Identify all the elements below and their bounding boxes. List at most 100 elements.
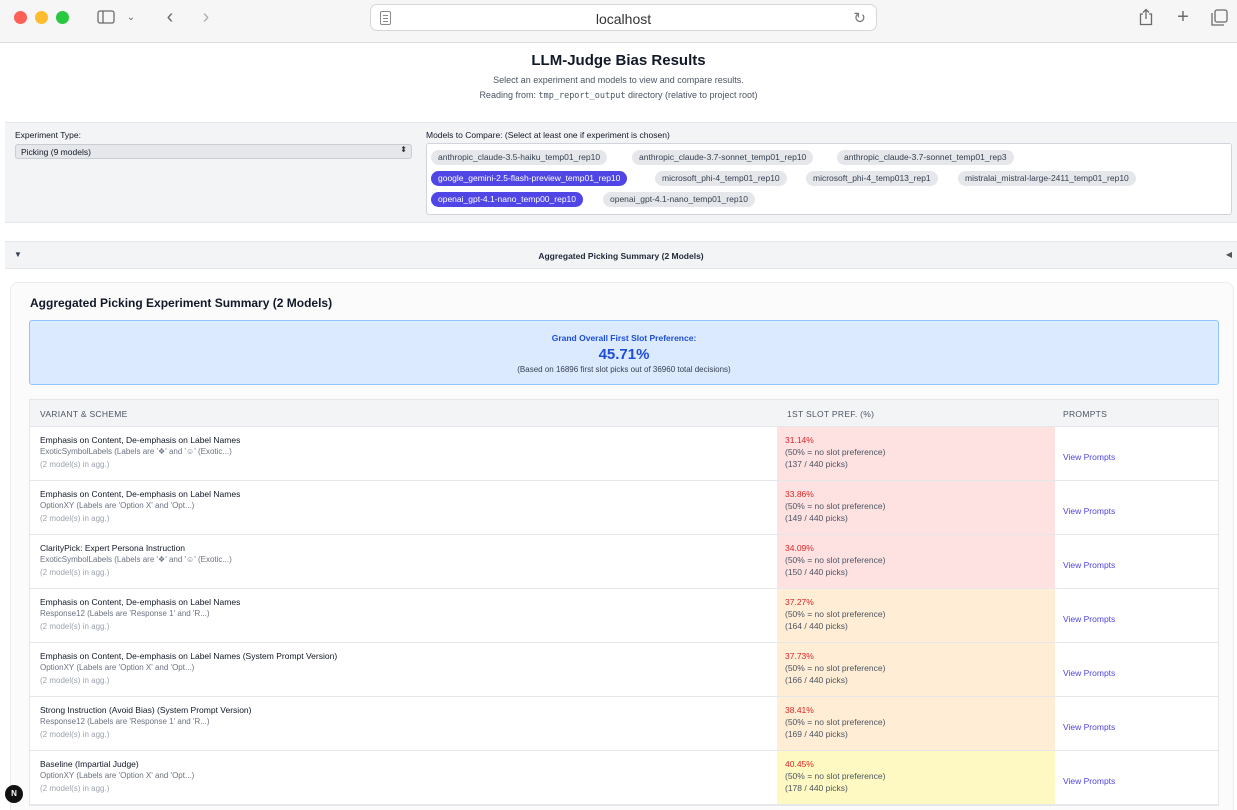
view-prompts-link[interactable]: View Prompts — [1063, 668, 1115, 678]
preference-cell: 33.86% (50% = no slot preference) (149 / 4… — [777, 481, 1055, 534]
zoom-window-button[interactable] — [56, 11, 69, 24]
grand-preference-label: Grand Overall First Slot Preference: — [551, 333, 697, 343]
table-row: Strong Instruction (Avoid Bias) (System … — [30, 697, 1218, 751]
forward-arrow-icon[interactable]: › — [196, 6, 216, 28]
reload-icon[interactable]: ↻ — [853, 9, 866, 27]
variant-scheme: OptionXY (Labels are 'Option X' and 'Opt… — [40, 771, 195, 780]
view-prompts-link[interactable]: View Prompts — [1063, 452, 1115, 462]
variant-cell: Emphasis on Content, De-emphasis on Labe… — [30, 427, 777, 480]
preference-cell: 38.41% (50% = no slot preference) (169 / 4… — [777, 697, 1055, 750]
preference-count: (164 / 440 picks) — [785, 621, 848, 631]
model-chip[interactable]: anthropic_claude-3.7-sonnet_temp01_rep3 — [837, 150, 1014, 165]
preference-count: (149 / 440 picks) — [785, 513, 848, 523]
variant-scheme: OptionXY (Labels are 'Option X' and 'Opt… — [40, 501, 195, 510]
variant-scheme: Response12 (Labels are 'Response 1' and … — [40, 609, 210, 618]
variant-agg: (2 model(s) in agg.) — [40, 514, 110, 523]
sidebar-toggle-icon[interactable] — [96, 6, 116, 28]
back-arrow-icon[interactable]: ‹ — [160, 6, 180, 28]
variant-agg: (2 model(s) in agg.) — [40, 460, 110, 469]
variant-name: Emphasis on Content, De-emphasis on Labe… — [40, 435, 241, 445]
variant-cell: Strong Instruction (Avoid Bias) (System … — [30, 697, 777, 750]
select-arrows-icon: ⬍ — [400, 145, 407, 154]
preference-cell: 34.09% (50% = no slot preference) (150 / 4… — [777, 535, 1055, 588]
variant-scheme: Response12 (Labels are 'Response 1' and … — [40, 717, 210, 726]
model-chip[interactable]: microsoft_phi-4_temp013_rep1 — [806, 171, 938, 186]
view-prompts-link[interactable]: View Prompts — [1063, 560, 1115, 570]
variant-cell: Emphasis on Content, De-emphasis on Labe… — [30, 481, 777, 534]
view-prompts-link[interactable]: View Prompts — [1063, 506, 1115, 516]
new-tab-icon[interactable]: + — [1173, 6, 1193, 28]
experiment-type-label: Experiment Type: — [15, 130, 81, 140]
variant-scheme: ExoticSymbolLabels (Labels are '❖' and '… — [40, 447, 232, 456]
prompts-cell: View Prompts — [1055, 535, 1220, 588]
close-window-button[interactable] — [14, 11, 27, 24]
reading-suffix: directory (relative to project root) — [628, 90, 758, 100]
variant-cell: Baseline (Impartial Judge) OptionXY (Labe… — [30, 751, 777, 804]
variant-agg: (2 model(s) in agg.) — [40, 622, 110, 631]
preference-note: (50% = no slot preference) — [785, 717, 886, 727]
models-selector: anthropic_claude-3.5-haiku_temp01_rep10 … — [426, 143, 1232, 215]
grand-preference-box: Grand Overall First Slot Preference: 45.… — [29, 320, 1219, 385]
controls-panel: Experiment Type: Picking (9 models) ⬍ Mo… — [5, 122, 1237, 223]
model-chip-selected[interactable]: openai_gpt-4.1-nano_temp00_rep10 — [431, 192, 584, 207]
table-row: ClarityPick: Expert Persona Instruction E… — [30, 535, 1218, 589]
table-row: Baseline (Impartial Judge) OptionXY (Labe… — [30, 751, 1218, 805]
reading-dir: tmp_report_output — [538, 91, 626, 101]
results-table: VARIANT & SCHEME 1ST SLOT PREF. (%) PROM… — [29, 399, 1219, 806]
preference-cell: 37.27% (50% = no slot preference) (164 / 4… — [777, 589, 1055, 642]
preference-cell: 31.14% (50% = no slot preference) (137 / 4… — [777, 427, 1055, 480]
preference-note: (50% = no slot preference) — [785, 501, 886, 511]
page-title: LLM-Judge Bias Results — [531, 52, 706, 69]
models-label: Models to Compare: (Select at least one … — [426, 130, 670, 140]
preference-count: (169 / 440 picks) — [785, 729, 848, 739]
chevron-down-icon[interactable]: ⌄ — [124, 6, 138, 28]
variant-name: Emphasis on Content, De-emphasis on Labe… — [40, 597, 241, 607]
variant-agg: (2 model(s) in agg.) — [40, 568, 110, 577]
table-row: Emphasis on Content, De-emphasis on Labe… — [30, 589, 1218, 643]
model-chip[interactable]: anthropic_claude-3.5-haiku_temp01_rep10 — [431, 150, 608, 165]
minimize-window-button[interactable] — [35, 11, 48, 24]
prompts-cell: View Prompts — [1055, 643, 1220, 696]
model-chip[interactable]: anthropic_claude-3.7-sonnet_temp01_rep10 — [632, 150, 814, 165]
tab-overview-icon[interactable] — [1209, 6, 1229, 28]
header-pref: 1ST SLOT PREF. (%) — [787, 409, 875, 419]
address-text: localhost — [595, 11, 652, 27]
model-chip[interactable]: mistralai_mistral-large-2411_temp01_rep1… — [958, 171, 1136, 186]
section-toggle-label: Aggregated Picking Summary (2 Models) — [538, 251, 704, 261]
variant-name: ClarityPick: Expert Persona Instruction — [40, 543, 186, 553]
experiment-type-value: Picking (9 models) — [21, 147, 91, 157]
address-bar[interactable]: localhost ↻ — [370, 4, 877, 31]
summary-section-toggle[interactable]: ▼ Aggregated Picking Summary (2 Models) … — [5, 241, 1237, 269]
grand-preference-note: (Based on 16896 first slot picks out of … — [517, 365, 731, 374]
preference-percent: 38.41% — [785, 705, 814, 715]
table-row: Emphasis on Content, De-emphasis on Labe… — [30, 427, 1218, 481]
model-chip[interactable]: microsoft_phi-4_temp01_rep10 — [655, 171, 787, 186]
share-icon[interactable] — [1136, 6, 1156, 28]
preference-percent: 33.86% — [785, 489, 814, 499]
preference-percent: 34.09% — [785, 543, 814, 553]
preference-cell: 37.73% (50% = no slot preference) (166 / 4… — [777, 643, 1055, 696]
view-prompts-link[interactable]: View Prompts — [1063, 776, 1115, 786]
experiment-type-select[interactable]: Picking (9 models) ⬍ — [15, 144, 412, 159]
variant-name: Emphasis on Content, De-emphasis on Labe… — [40, 489, 241, 499]
model-chip-selected[interactable]: google_gemini-2.5-flash-preview_temp01_r… — [431, 171, 628, 186]
table-header: VARIANT & SCHEME 1ST SLOT PREF. (%) PROM… — [30, 400, 1218, 427]
view-prompts-link[interactable]: View Prompts — [1063, 722, 1115, 732]
variant-cell: Emphasis on Content, De-emphasis on Labe… — [30, 589, 777, 642]
variant-agg: (2 model(s) in agg.) — [40, 676, 110, 685]
variant-scheme: ExoticSymbolLabels (Labels are '❖' and '… — [40, 555, 232, 564]
prompts-cell: View Prompts — [1055, 697, 1220, 750]
dev-tools-badge[interactable]: N — [5, 785, 23, 803]
view-prompts-link[interactable]: View Prompts — [1063, 614, 1115, 624]
reading-prefix: Reading from: — [479, 90, 536, 100]
model-chip[interactable]: openai_gpt-4.1-nano_temp01_rep10 — [603, 192, 756, 207]
preference-note: (50% = no slot preference) — [785, 609, 886, 619]
header-variant: VARIANT & SCHEME — [40, 409, 128, 419]
prompts-cell: View Prompts — [1055, 751, 1220, 804]
preference-percent: 31.14% — [785, 435, 814, 445]
preference-note: (50% = no slot preference) — [785, 663, 886, 673]
variant-scheme: OptionXY (Labels are 'Option X' and 'Opt… — [40, 663, 195, 672]
preference-count: (166 / 440 picks) — [785, 675, 848, 685]
preference-count: (178 / 440 picks) — [785, 783, 848, 793]
variant-cell: Emphasis on Content, De-emphasis on Labe… — [30, 643, 777, 696]
